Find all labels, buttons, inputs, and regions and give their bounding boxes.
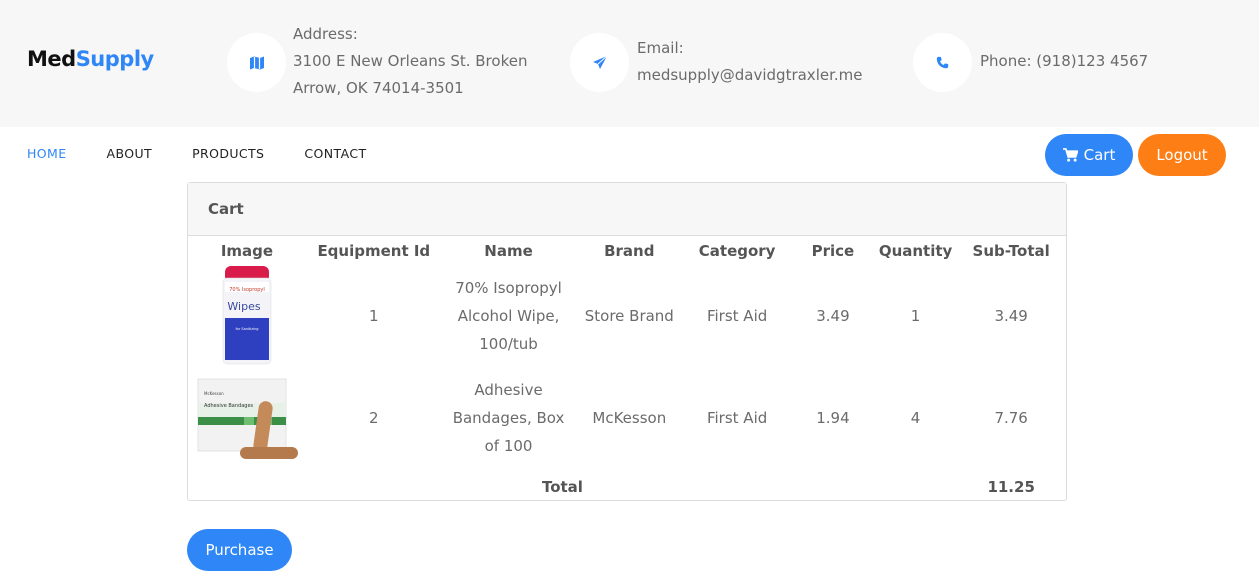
logo-supply: Supply	[75, 47, 155, 71]
address-label: Address:	[293, 25, 358, 43]
col-header-image: Image	[220, 242, 274, 260]
total-spacer	[306, 470, 442, 503]
table-row: McKesson Adhesive Bandages 2 Adhesive Ba…	[188, 366, 1066, 470]
col-header-price: Price	[811, 242, 855, 260]
product-quantity: 1	[910, 307, 921, 325]
adhesive-bandages-image: McKesson Adhesive Bandages	[197, 378, 298, 459]
shopping-cart-icon	[1062, 148, 1078, 162]
nav-products[interactable]: PRODUCTS	[192, 146, 264, 164]
email-value[interactable]: medsupply@davidgtraxler.me	[637, 62, 862, 89]
product-category: First Aid	[706, 307, 768, 325]
svg-text:Adhesive Bandages: Adhesive Bandages	[204, 403, 254, 409]
cart-card-title: Cart	[188, 183, 1066, 236]
logo-med: Med	[27, 47, 76, 71]
total-spacer	[791, 470, 875, 503]
product-price: 3.49	[816, 307, 850, 325]
cart-table: Image Equipment Id Name Brand Category P…	[188, 236, 1066, 503]
product-subtotal: 3.49	[994, 307, 1028, 325]
total-row: Total 11.25	[188, 470, 1066, 503]
nav-about[interactable]: ABOUT	[107, 146, 153, 164]
equipment-id: 2	[369, 409, 379, 427]
total-spacer	[875, 470, 957, 503]
site-logo[interactable]: MedSupply	[27, 47, 154, 71]
paper-plane-icon	[570, 33, 629, 92]
col-header-equipment-id: Equipment Id	[317, 242, 431, 260]
email-block: Email: medsupply@davidgtraxler.me	[637, 35, 862, 89]
col-header-name: Name	[484, 242, 533, 260]
product-price: 1.94	[816, 409, 850, 427]
equipment-id: 1	[369, 307, 379, 325]
purchase-button[interactable]: Purchase	[187, 529, 292, 571]
map-icon	[227, 33, 286, 92]
logout-button[interactable]: Logout	[1138, 134, 1226, 176]
svg-text:McKesson: McKesson	[204, 391, 224, 396]
product-brand: McKesson	[592, 409, 667, 427]
product-quantity: 4	[910, 409, 921, 427]
product-brand: Store Brand	[584, 307, 674, 325]
address-block: Address: 3100 E New Orleans St. Broken A…	[293, 21, 527, 102]
phone-icon	[913, 33, 972, 92]
total-label: Total	[541, 477, 583, 496]
cart-table-header: Image Equipment Id Name Brand Category P…	[188, 236, 1066, 266]
nav-contact[interactable]: CONTACT	[304, 146, 366, 164]
total-spacer	[188, 470, 306, 503]
address-line1: 3100 E New Orleans St. Broken	[293, 52, 528, 70]
col-header-category: Category	[698, 242, 776, 260]
svg-text:Wipes: Wipes	[227, 300, 260, 313]
email-label: Email:	[637, 39, 684, 57]
product-name: Adhesive Bandages, Box of 100	[452, 381, 565, 455]
cart-button-label: Cart	[1083, 146, 1116, 164]
nav-home[interactable]: HOME	[27, 146, 67, 164]
address-line2: Arrow, OK 74014-3501	[293, 79, 464, 97]
product-image-cell: McKesson Adhesive Bandages	[188, 366, 306, 470]
phone-text[interactable]: Phone: (918)123 4567	[980, 48, 1148, 75]
cart-card: Cart Image Equipment Id Name Brand Categ…	[187, 182, 1067, 501]
product-category: First Aid	[706, 409, 768, 427]
col-header-subtotal: Sub-Total	[972, 242, 1050, 260]
cart-button[interactable]: Cart	[1045, 134, 1133, 176]
product-subtotal: 7.76	[994, 409, 1028, 427]
product-name: 70% Isopropyl Alcohol Wipe, 100/tub	[455, 279, 562, 353]
product-image-cell: 70% Isopropyl Wipes for Sanitizing	[188, 266, 306, 366]
svg-text:70% Isopropyl: 70% Isopropyl	[229, 287, 265, 293]
svg-text:for Sanitizing: for Sanitizing	[235, 327, 258, 331]
col-header-quantity: Quantity	[878, 242, 953, 260]
top-header: MedSupply Address: 3100 E New Orleans St…	[0, 0, 1259, 127]
col-header-brand: Brand	[604, 242, 655, 260]
alcohol-wipes-image: 70% Isopropyl Wipes for Sanitizing	[222, 266, 272, 365]
main-nav: HOME ABOUT PRODUCTS CONTACT	[27, 146, 406, 164]
table-row: 70% Isopropyl Wipes for Sanitizing 1 70%…	[188, 266, 1066, 366]
total-value: 11.25	[987, 477, 1035, 496]
total-spacer	[683, 470, 791, 503]
